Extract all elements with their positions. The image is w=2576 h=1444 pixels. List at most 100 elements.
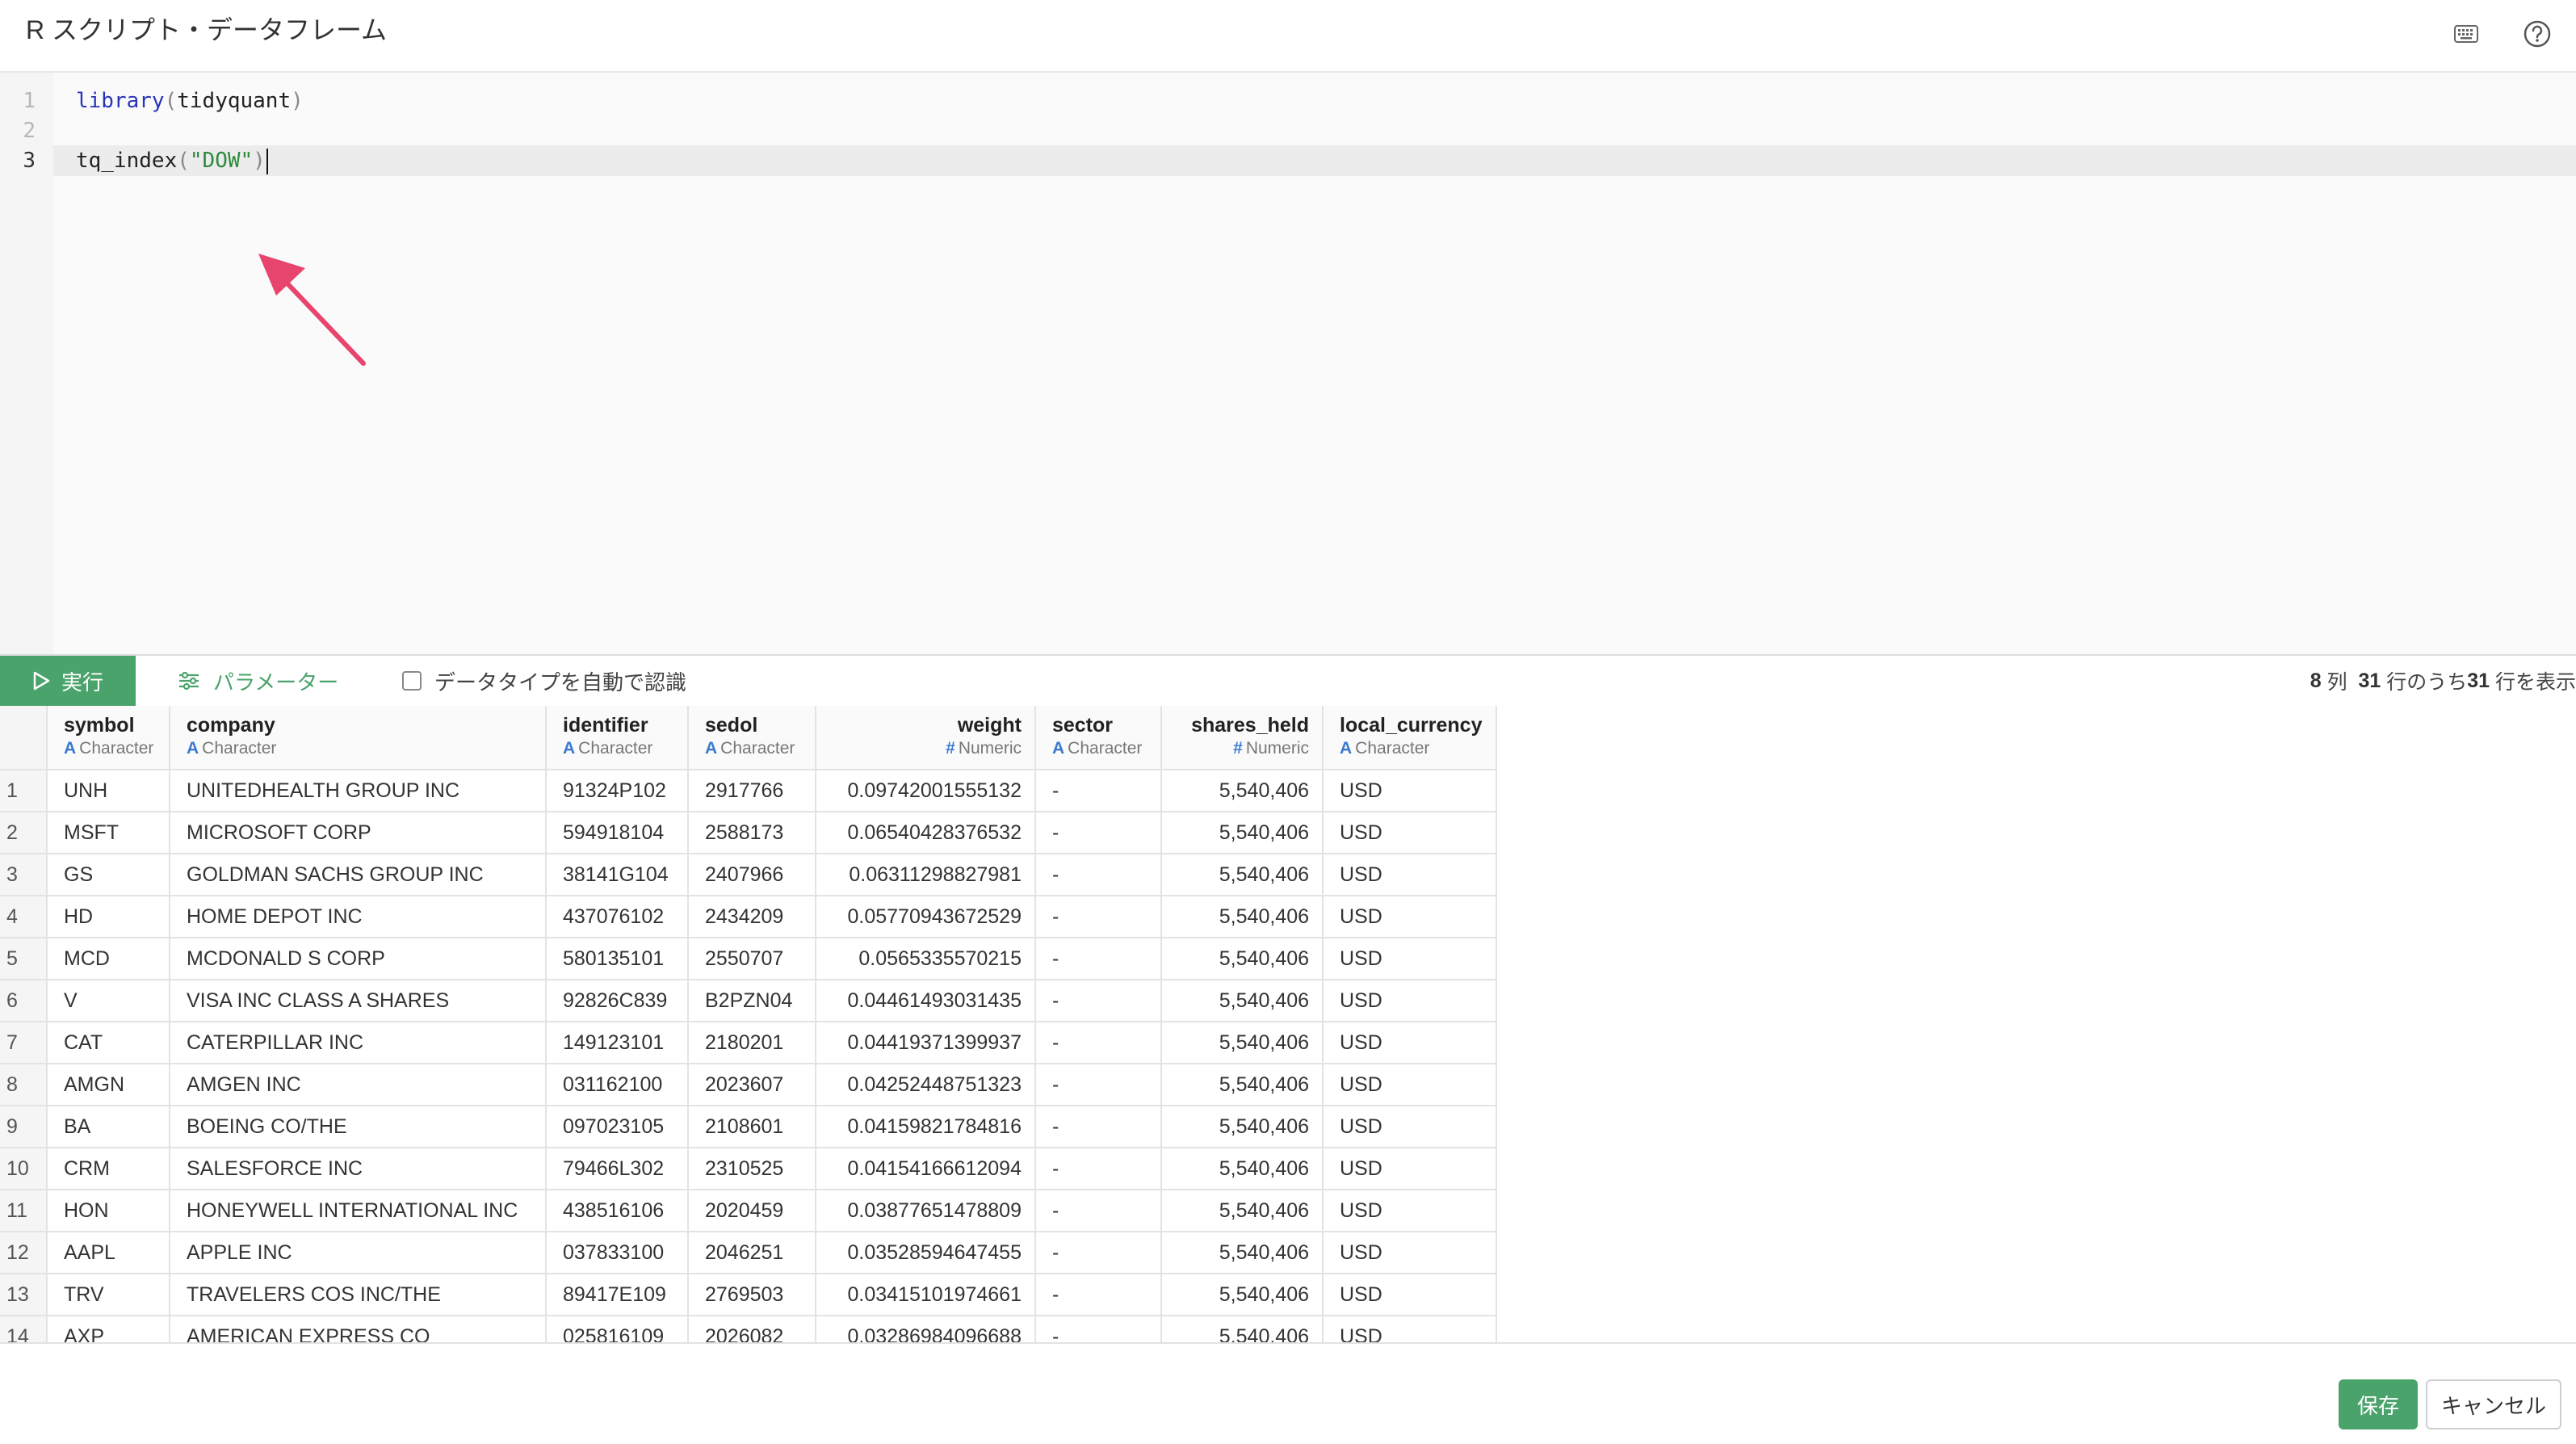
column-name: symbol: [64, 714, 135, 737]
table-cell: USD: [1323, 1274, 1497, 1316]
column-name: weight: [957, 714, 1022, 737]
table-row[interactable]: 2 MSFT MICROSOFT CORP 594918104 2588173 0.065…: [0, 812, 1497, 854]
code-argument: tidyquant: [177, 89, 292, 113]
table-cell: 91324P102: [546, 770, 689, 812]
column-name: shares_held: [1191, 714, 1309, 737]
table-cell: -: [1035, 1148, 1162, 1190]
row-number-cell: 10: [0, 1148, 48, 1190]
table-cell: 0.0565335570215: [816, 938, 1036, 980]
column-type: A Character: [187, 738, 532, 759]
data-table-container[interactable]: symbol A Character company A Character identif…: [0, 706, 2576, 1342]
table-cell: USD: [1323, 1190, 1497, 1232]
table-row[interactable]: 5 MCD MCDONALD S CORP 580135101 2550707 0.056…: [0, 938, 1497, 980]
table-cell: USD: [1323, 1106, 1497, 1148]
table-row[interactable]: 1 UNH UNITEDHEALTH GROUP INC 91324P102 29177…: [0, 770, 1497, 812]
table-row[interactable]: 10 CRM SALESFORCE INC 79466L302 2310525 0.041…: [0, 1148, 1497, 1190]
table-cell: -: [1035, 812, 1162, 854]
table-cell: 2434209: [688, 896, 816, 938]
table-cell: 037833100: [546, 1232, 689, 1274]
table-cell: AMERICAN EXPRESS CO: [170, 1316, 547, 1342]
table-row[interactable]: 7 CAT CATERPILLAR INC 149123101 2180201 0.044…: [0, 1022, 1497, 1064]
table-cell: 5,540,406: [1161, 1148, 1324, 1190]
annotation-arrow-icon: [258, 254, 366, 366]
table-row[interactable]: 4 HD HOME DEPOT INC 437076102 2434209 0.05770…: [0, 896, 1497, 938]
code-line-3[interactable]: tq_index("DOW"): [76, 145, 268, 176]
row-number-cell: 12: [0, 1232, 48, 1274]
table-cell: USD: [1323, 938, 1497, 980]
table-cell: 438516106: [546, 1190, 689, 1232]
character-type-icon: A: [64, 739, 77, 758]
rows-text: 行のうち: [2381, 671, 2468, 694]
table-cell: -: [1035, 1274, 1162, 1316]
parameters-button[interactable]: パラメーター: [178, 656, 338, 706]
column-type: A Character: [1052, 738, 1147, 759]
table-cell: MCD: [47, 938, 170, 980]
table-cell: 097023105: [546, 1106, 689, 1148]
table-row[interactable]: 13 TRV TRAVELERS COS INC/THE 89417E109 27695…: [0, 1274, 1497, 1316]
column-type-label: Character: [720, 739, 795, 758]
table-cell: USD: [1323, 812, 1497, 854]
column-header-symbol[interactable]: symbol A Character: [47, 706, 170, 770]
table-cell: 0.05770943672529: [816, 896, 1036, 938]
column-name: sector: [1052, 714, 1114, 737]
row-number-cell: 4: [0, 896, 48, 938]
column-header-sector[interactable]: sector A Character: [1035, 706, 1162, 770]
column-header-sedol[interactable]: sedol A Character: [688, 706, 816, 770]
column-type: # Numeric: [833, 738, 1022, 759]
table-cell: USD: [1323, 1022, 1497, 1064]
column-header-shares-held[interactable]: shares_held # Numeric: [1161, 706, 1324, 770]
code-paren: (: [177, 149, 190, 173]
table-row[interactable]: 6 V VISA INC CLASS A SHARES 92826C839 B2PZN0…: [0, 980, 1497, 1022]
run-button-label: 実行: [61, 670, 103, 695]
save-button[interactable]: 保存: [2339, 1379, 2418, 1429]
table-cell: SALESFORCE INC: [170, 1148, 547, 1190]
table-row[interactable]: 9 BA BOEING CO/THE 097023105 2108601 0.041598…: [0, 1106, 1497, 1148]
result-toolbar: 実行 パラメーター データタイプを自動で認識 8 列 31 行のうち 31 行を…: [0, 654, 2576, 707]
table-cell: MSFT: [47, 812, 170, 854]
column-type: A Character: [64, 738, 156, 759]
auto-detect-type-checkbox[interactable]: データタイプを自動で認識: [402, 656, 686, 706]
table-row[interactable]: 12 AAPL APPLE INC 037833100 2046251 0.0352859…: [0, 1232, 1497, 1274]
table-cell: 5,540,406: [1161, 1274, 1324, 1316]
checkbox-box[interactable]: [402, 671, 422, 691]
cancel-button[interactable]: キャンセル: [2426, 1379, 2561, 1429]
table-row[interactable]: 14 AXP AMERICAN EXPRESS CO 025816109 2026082…: [0, 1316, 1497, 1342]
keyboard-icon[interactable]: [2450, 18, 2482, 50]
table-cell: -: [1035, 980, 1162, 1022]
table-cell: APPLE INC: [170, 1232, 547, 1274]
code-line-1[interactable]: library(tidyquant): [76, 86, 304, 116]
help-icon[interactable]: [2521, 18, 2553, 50]
column-name: company: [187, 714, 275, 737]
table-cell: -: [1035, 1190, 1162, 1232]
table-row[interactable]: 11 HON HONEYWELL INTERNATIONAL INC 43851610…: [0, 1190, 1497, 1232]
table-cell: USD: [1323, 896, 1497, 938]
run-button[interactable]: 実行: [0, 656, 136, 706]
numeric-type-icon: #: [946, 739, 955, 758]
table-cell: BOEING CO/THE: [170, 1106, 547, 1148]
table-cell: 89417E109: [546, 1274, 689, 1316]
row-number-cell: 14: [0, 1316, 48, 1342]
row-number-cell: 2: [0, 812, 48, 854]
column-header-weight[interactable]: weight # Numeric: [816, 706, 1036, 770]
table-cell: 437076102: [546, 896, 689, 938]
table-cell: 5,540,406: [1161, 1190, 1324, 1232]
table-cell: AAPL: [47, 1232, 170, 1274]
code-editor[interactable]: 1 2 3 library(tidyquant) tq_index("DOW"): [0, 73, 2576, 654]
table-cell: -: [1035, 1106, 1162, 1148]
column-type: # Numeric: [1178, 738, 1309, 759]
column-header-company[interactable]: company A Character: [170, 706, 547, 770]
table-cell: -: [1035, 770, 1162, 812]
table-cell: 5,540,406: [1161, 1232, 1324, 1274]
row-count-info: 8 列 31 行のうち 31 行を表示: [2310, 656, 2576, 706]
line-number: 1: [23, 89, 36, 113]
column-count: 8: [2310, 669, 2322, 692]
column-header-identifier[interactable]: identifier A Character: [546, 706, 689, 770]
column-name: identifier: [563, 714, 648, 737]
table-cell: 2046251: [688, 1232, 816, 1274]
table-row[interactable]: 3 GS GOLDMAN SACHS GROUP INC 38141G104 24079…: [0, 854, 1497, 896]
code-function: library: [76, 89, 165, 113]
table-row[interactable]: 8 AMGN AMGEN INC 031162100 2023607 0.04252448…: [0, 1064, 1497, 1106]
table-cell: HD: [47, 896, 170, 938]
column-type: A Character: [563, 738, 674, 759]
column-header-local-currency[interactable]: local_currency A Character: [1323, 706, 1497, 770]
